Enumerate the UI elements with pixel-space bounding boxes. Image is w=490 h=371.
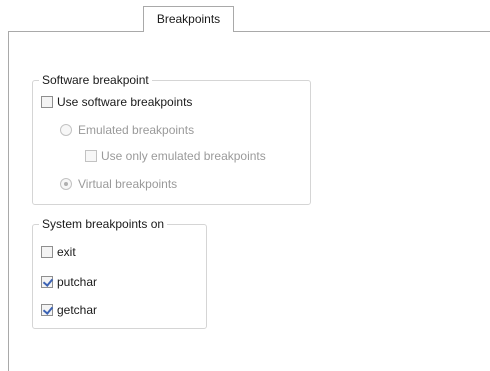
virtual-breakpoints-label: Virtual breakpoints <box>78 177 178 191</box>
exit-checkbox[interactable]: exit <box>41 243 76 261</box>
use-only-emulated-box[interactable] <box>85 150 97 162</box>
putchar-box[interactable] <box>41 276 53 288</box>
exit-box[interactable] <box>41 246 53 258</box>
emulated-breakpoints-radio[interactable]: Emulated breakpoints <box>60 121 194 139</box>
getchar-checkbox[interactable]: getchar <box>41 301 97 319</box>
getchar-box[interactable] <box>41 304 53 316</box>
exit-label: exit <box>57 245 76 259</box>
use-only-emulated-label: Use only emulated breakpoints <box>101 149 266 163</box>
system-breakpoints-legend: System breakpoints on <box>39 216 168 232</box>
use-software-breakpoints-box[interactable] <box>41 96 53 108</box>
tab-breakpoints[interactable]: Breakpoints <box>143 6 234 32</box>
software-breakpoint-group: Software breakpoint Use software breakpo… <box>32 72 311 205</box>
virtual-breakpoints-radio[interactable]: Virtual breakpoints <box>60 175 177 193</box>
emulated-breakpoints-label: Emulated breakpoints <box>78 123 195 137</box>
system-breakpoints-group: System breakpoints on exit putchar getch… <box>32 216 207 329</box>
use-software-breakpoints-checkbox[interactable]: Use software breakpoints <box>41 93 192 111</box>
putchar-label: putchar <box>57 275 98 289</box>
emulated-breakpoints-radio-button[interactable] <box>60 124 72 136</box>
getchar-label: getchar <box>57 303 98 317</box>
software-breakpoint-legend: Software breakpoint <box>39 72 152 88</box>
virtual-breakpoints-radio-button[interactable] <box>60 178 72 190</box>
tab-breakpoints-label: Breakpoints <box>156 12 221 26</box>
use-only-emulated-checkbox[interactable]: Use only emulated breakpoints <box>85 147 266 165</box>
putchar-checkbox[interactable]: putchar <box>41 273 97 291</box>
use-software-breakpoints-label: Use software breakpoints <box>57 95 193 109</box>
